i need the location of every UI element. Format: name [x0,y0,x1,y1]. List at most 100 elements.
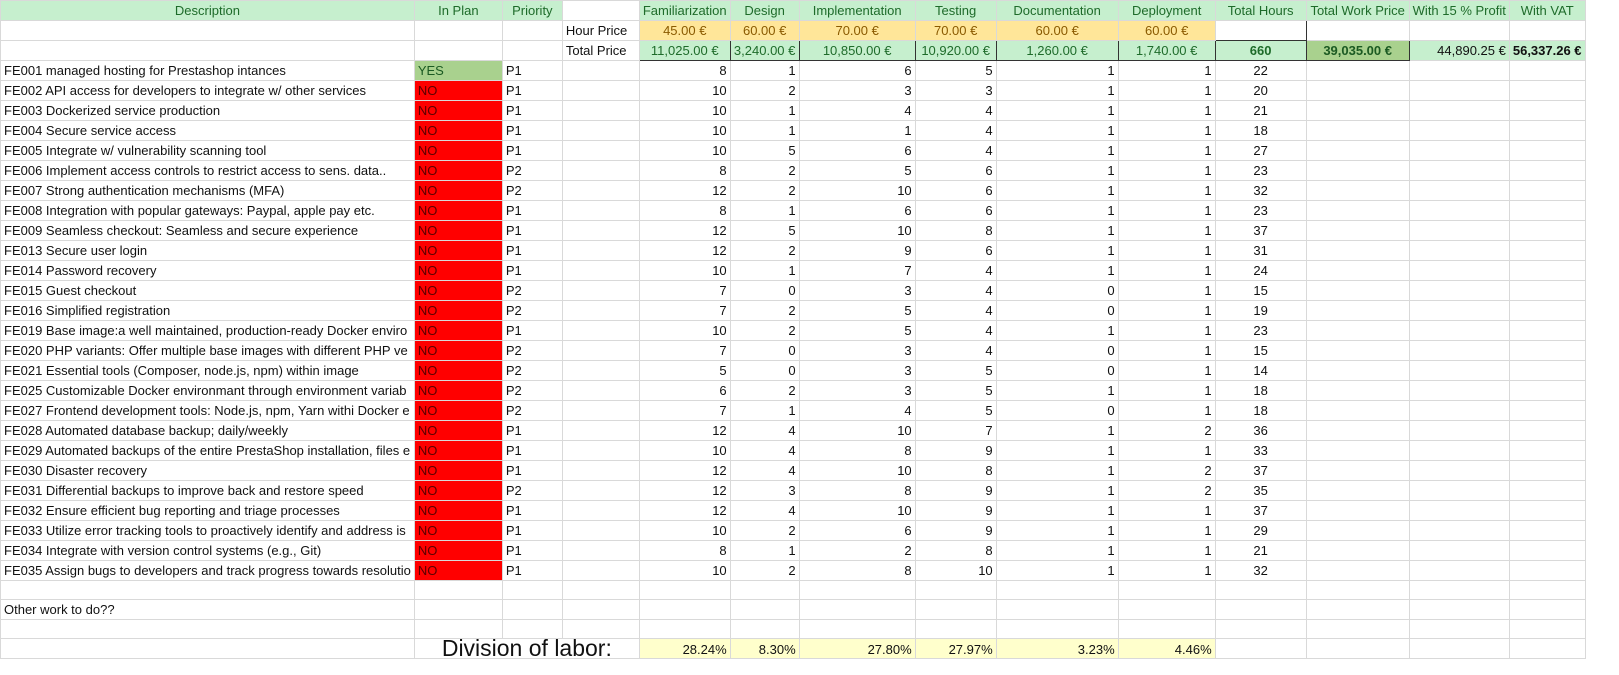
hours-documentation[interactable]: 1 [995,200,1119,221]
hours-testing[interactable]: 4 [914,340,997,361]
empty-cell[interactable] [1508,480,1586,501]
hours-design[interactable]: 1 [729,540,800,561]
empty-cell[interactable] [1408,220,1510,241]
empty-cell[interactable] [1305,520,1410,541]
empty-cell[interactable] [1305,500,1410,521]
hours-deployment[interactable]: 1 [1117,220,1216,241]
hours-testing[interactable]: 4 [914,320,997,341]
empty-cell[interactable] [1305,60,1410,81]
empty-cell[interactable] [729,580,800,600]
total-price-documentation[interactable]: 1,260.00 € [995,40,1119,61]
hours-deployment[interactable]: 1 [1117,180,1216,201]
hours-documentation[interactable]: 1 [995,60,1119,81]
empty-cell[interactable] [1305,540,1410,561]
with-profit-value[interactable]: 44,890.25 € [1408,40,1510,61]
hours-familiarization[interactable]: 5 [638,360,731,381]
hours-familiarization[interactable]: 8 [638,540,731,561]
hours-familiarization[interactable]: 10 [638,520,731,541]
empty-cell[interactable] [1508,560,1586,581]
empty-cell[interactable] [0,580,415,600]
empty-cell[interactable] [1305,200,1410,221]
feature-description[interactable]: FE021 Essential tools (Composer, node.js… [0,360,415,381]
empty-cell[interactable] [0,619,415,639]
empty-cell[interactable] [1408,380,1510,401]
in-plan-status[interactable]: NO [413,500,503,521]
hours-design[interactable]: 2 [729,520,800,541]
hours-testing[interactable]: 4 [914,100,997,121]
empty-cell[interactable] [1305,460,1410,481]
empty-cell[interactable] [729,619,800,639]
in-plan-status[interactable]: NO [413,420,503,441]
hours-documentation[interactable]: 1 [995,460,1119,481]
hours-testing[interactable]: 3 [914,80,997,101]
empty-cell[interactable] [914,599,997,620]
empty-cell[interactable] [1305,440,1410,461]
empty-cell[interactable] [1508,200,1586,221]
empty-cell[interactable] [1305,80,1410,101]
header-priority[interactable]: Priority [501,0,563,21]
empty-cell[interactable] [798,619,916,639]
hours-deployment[interactable]: 1 [1117,560,1216,581]
hours-implementation[interactable]: 6 [798,200,916,221]
total-price-familiarization[interactable]: 11,025.00 € [638,40,731,61]
empty-cell[interactable] [561,300,640,321]
hours-testing[interactable]: 9 [914,440,997,461]
empty-cell[interactable] [1214,619,1307,639]
feature-description[interactable]: FE027 Frontend development tools: Node.j… [0,400,415,421]
hours-design[interactable]: 2 [729,240,800,261]
empty-cell[interactable] [1408,520,1510,541]
hours-deployment[interactable]: 1 [1117,400,1216,421]
hours-familiarization[interactable]: 10 [638,320,731,341]
hours-familiarization[interactable]: 12 [638,500,731,521]
header-testing[interactable]: Testing [914,0,997,21]
row-total-hours[interactable]: 32 [1214,560,1307,581]
empty-cell[interactable] [995,580,1119,600]
priority-cell[interactable]: P1 [501,240,563,261]
hours-design[interactable]: 0 [729,280,800,301]
feature-description[interactable]: FE001 managed hosting for Prestashop int… [0,60,415,81]
hours-design[interactable]: 0 [729,360,800,381]
hours-documentation[interactable]: 1 [995,380,1119,401]
empty-cell[interactable] [1305,420,1410,441]
empty-cell[interactable] [501,580,563,600]
empty-cell[interactable] [1508,380,1586,401]
empty-cell[interactable] [1305,599,1410,620]
total-work-price-value[interactable]: 39,035.00 € [1305,40,1410,61]
in-plan-status[interactable]: NO [413,360,503,381]
empty-cell[interactable] [561,0,640,21]
hour-price-implementation[interactable]: 70.00 € [798,20,916,41]
empty-cell[interactable] [1408,140,1510,161]
empty-cell[interactable] [1508,280,1586,301]
total-price-deployment[interactable]: 1,740.00 € [1117,40,1216,61]
header-design[interactable]: Design [729,0,800,21]
hours-deployment[interactable]: 1 [1117,240,1216,261]
hours-testing[interactable]: 7 [914,420,997,441]
hours-implementation[interactable]: 6 [798,140,916,161]
priority-cell[interactable]: P1 [501,220,563,241]
empty-cell[interactable] [1508,20,1586,41]
empty-cell[interactable] [1408,240,1510,261]
row-total-hours[interactable]: 20 [1214,80,1307,101]
empty-cell[interactable] [1305,619,1410,639]
hours-documentation[interactable]: 1 [995,240,1119,261]
empty-cell[interactable] [501,599,563,620]
priority-cell[interactable]: P2 [501,180,563,201]
empty-cell[interactable] [501,40,563,61]
hours-testing[interactable]: 8 [914,460,997,481]
hours-familiarization[interactable]: 12 [638,460,731,481]
hours-documentation[interactable]: 0 [995,300,1119,321]
hours-deployment[interactable]: 1 [1117,80,1216,101]
hours-testing[interactable]: 4 [914,300,997,321]
empty-cell[interactable] [0,20,415,41]
empty-cell[interactable] [1408,180,1510,201]
row-total-hours[interactable]: 37 [1214,220,1307,241]
in-plan-status[interactable]: NO [413,480,503,501]
hours-testing[interactable]: 5 [914,360,997,381]
empty-cell[interactable] [561,180,640,201]
in-plan-status[interactable]: NO [413,540,503,561]
in-plan-status[interactable]: NO [413,120,503,141]
hours-familiarization[interactable]: 12 [638,180,731,201]
empty-cell[interactable] [1508,260,1586,281]
empty-cell[interactable] [1214,20,1307,41]
hours-testing[interactable]: 9 [914,500,997,521]
